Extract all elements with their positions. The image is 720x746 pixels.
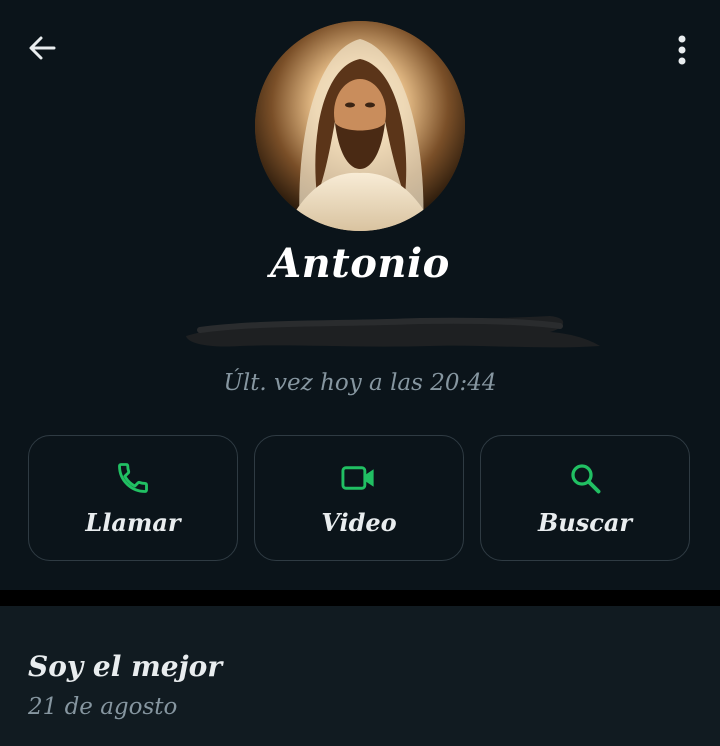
contact-name: Antonio [270,240,450,287]
redacted-phone-number [180,312,604,352]
back-button[interactable] [22,28,62,68]
contact-header-section: Antonio Últ. vez hoy a las 20:44 Llamar [0,0,720,590]
search-button[interactable]: Buscar [480,435,690,561]
profile-photo[interactable] [255,21,465,231]
call-button[interactable]: Llamar [28,435,238,561]
video-icon [339,458,379,498]
about-section[interactable]: Soy el mejor 21 de agosto [0,606,720,746]
arrow-left-icon [29,36,56,60]
more-options-button[interactable] [662,28,702,72]
about-status-text: Soy el mejor [28,650,223,683]
profile-portrait-image [255,21,465,231]
last-seen-status: Últ. vez hoy a las 20:44 [223,370,497,396]
call-button-label: Llamar [85,508,181,537]
about-status-date: 21 de agosto [28,694,178,720]
video-button-label: Video [321,508,397,537]
more-vertical-icon [678,35,686,65]
video-call-button[interactable]: Video [254,435,464,561]
contact-actions: Llamar Video Buscar [28,435,692,563]
search-icon [565,458,605,498]
section-divider [0,590,720,606]
search-button-label: Buscar [537,508,633,537]
phone-icon [113,458,153,498]
